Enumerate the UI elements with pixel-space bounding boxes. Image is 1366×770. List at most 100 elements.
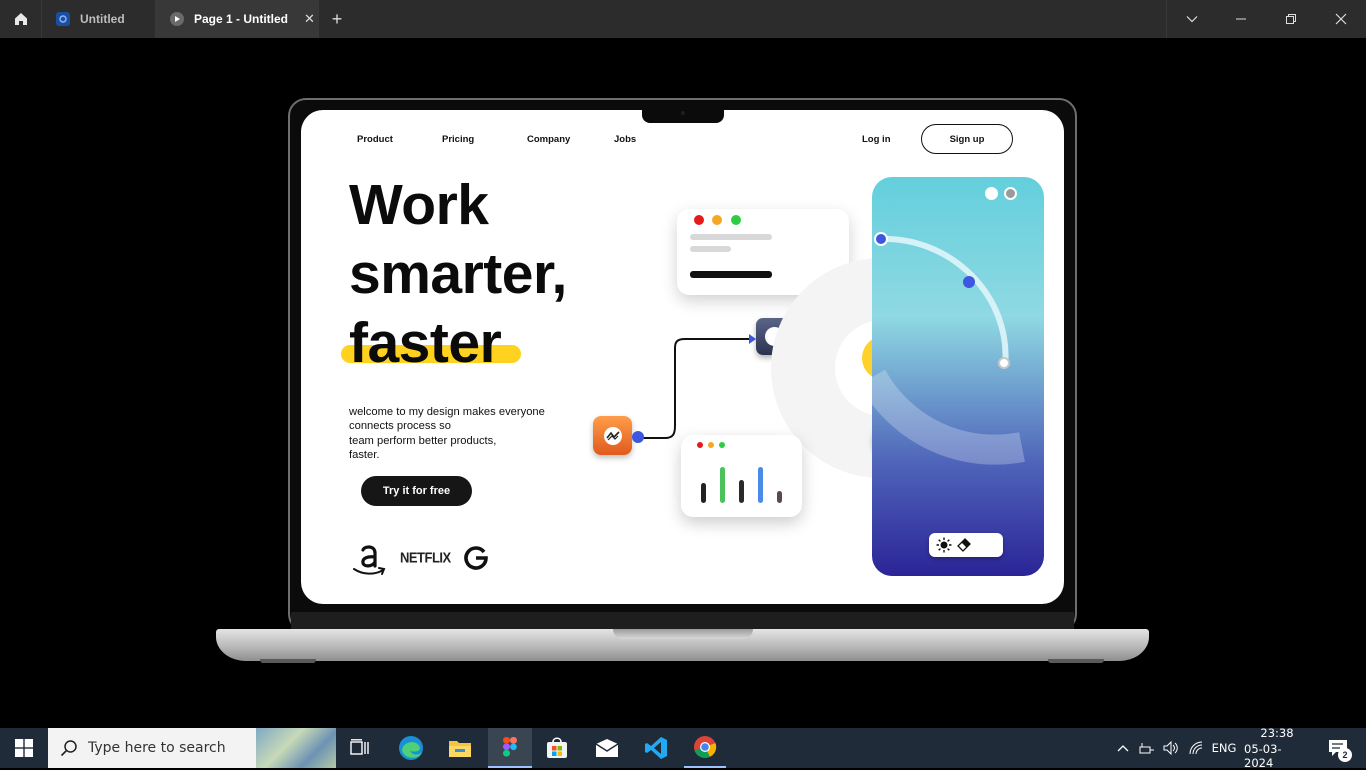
chart-bar [701,483,706,503]
indicator-dot [1004,187,1017,200]
home-button[interactable] [0,0,42,38]
mail-button[interactable] [587,728,627,768]
task-view-icon [350,739,369,755]
hero-line-3: faster [349,311,502,375]
orbit-arc [872,235,1025,465]
show-hidden-icons-button[interactable] [1112,728,1134,768]
search-icon [60,740,77,757]
red-dot [694,215,704,225]
sun-icon [936,537,952,553]
task-view-button[interactable] [340,728,380,768]
clock[interactable]: 23:38 05-03-2024 [1244,726,1310,770]
notification-count-badge: 2 [1338,748,1352,762]
placeholder-line [690,271,772,278]
windows-icon [15,739,33,757]
mail-icon [595,739,619,757]
wifi-button[interactable] [1186,728,1208,768]
chrome-button[interactable] [684,728,726,768]
placeholder-line [690,234,772,240]
close-icon [1335,13,1347,25]
laptop-hinge [291,612,1074,629]
notification-center-button[interactable]: 2 [1318,728,1358,768]
restore-icon [1286,14,1296,24]
amazon-logo-icon [353,545,386,575]
figma-icon [503,737,517,757]
nav-jobs[interactable]: Jobs [614,134,636,145]
camera-notch [642,100,724,123]
camera-icon [681,111,685,115]
chart-bar [720,467,725,503]
analytics-node[interactable] [593,416,632,455]
chart-bar [758,467,763,503]
google-logo-icon [464,546,488,570]
nav-pricing[interactable]: Pricing [442,134,474,145]
clock-date: 05-03-2024 [1244,742,1282,770]
minimize-icon [1236,18,1246,20]
edge-button[interactable] [391,728,431,768]
hero-line-2: smarter, [349,242,567,306]
store-icon [547,737,567,758]
indicator-dot [985,187,998,200]
eraser-icon [957,538,971,552]
file-explorer-button[interactable] [440,728,480,768]
taskbar: Type here to search ENG 23:38 05-03-2024… [0,726,1366,770]
login-link[interactable]: Log in [862,134,891,145]
start-button[interactable] [0,728,48,768]
orbit-node [963,276,975,288]
design-canvas[interactable]: Product Pricing Company Jobs Log in Sign… [301,110,1064,604]
trend-icon [603,426,622,445]
clock-time: 23:38 [1260,726,1294,740]
tab-label: Page 1 - Untitled [194,12,289,26]
laptop-foot [260,659,316,663]
chart-bar [739,480,744,503]
taskbar-search[interactable]: Type here to search [48,728,256,768]
chrome-icon [694,736,717,758]
netflix-logo: NETFLIX [400,548,451,567]
placeholder-line [690,246,731,252]
red-dot [697,442,703,448]
home-icon [14,13,27,25]
laptop-thumb-notch [613,629,753,639]
nav-company[interactable]: Company [527,134,570,145]
orange-dot [712,215,722,225]
green-dot [719,442,725,448]
minimize-button[interactable] [1216,0,1266,38]
volume-icon [1163,741,1178,755]
chevron-down-icon[interactable] [1166,0,1216,38]
figma-button[interactable] [488,728,532,768]
tab-page-1[interactable]: Page 1 - Untitled ✕ [156,0,319,38]
edge-icon [399,736,423,760]
search-highlight-image[interactable] [256,728,336,768]
chart-bar [777,491,782,503]
laptop-foot [1048,659,1104,663]
orange-dot [708,442,714,448]
network-icon [1139,743,1154,754]
chart-card [681,435,802,517]
volume-button[interactable] [1160,728,1182,768]
store-button[interactable] [537,728,577,768]
theme-toggle[interactable] [929,533,1003,557]
vscode-button[interactable] [636,728,676,768]
title-bar: Untitled Page 1 - Untitled ✕ + [0,0,1366,38]
green-dot [731,215,741,225]
language-indicator[interactable]: ENG [1210,728,1238,768]
close-window-button[interactable] [1316,0,1366,38]
hero-line-1: Work [349,173,489,237]
tab-label: Untitled [80,12,125,26]
nav-product[interactable]: Product [357,134,393,145]
wifi-icon [1189,741,1203,755]
tab-untitled[interactable]: Untitled [42,0,156,38]
orbit-node [998,357,1010,369]
signup-button[interactable]: Sign up [921,124,1013,154]
network-button[interactable] [1136,728,1158,768]
restore-button[interactable] [1266,0,1316,38]
chevron-up-icon [1117,745,1129,752]
hero-description: welcome to my design makes everyone conn… [349,406,545,462]
try-free-button[interactable]: Try it for free [361,476,472,506]
connector-dot [632,431,644,443]
close-tab-icon[interactable]: ✕ [304,11,315,27]
add-tab-button[interactable]: + [319,0,355,38]
orbit-node [874,232,888,246]
file-icon [56,12,70,26]
phone-mockup [872,177,1044,576]
